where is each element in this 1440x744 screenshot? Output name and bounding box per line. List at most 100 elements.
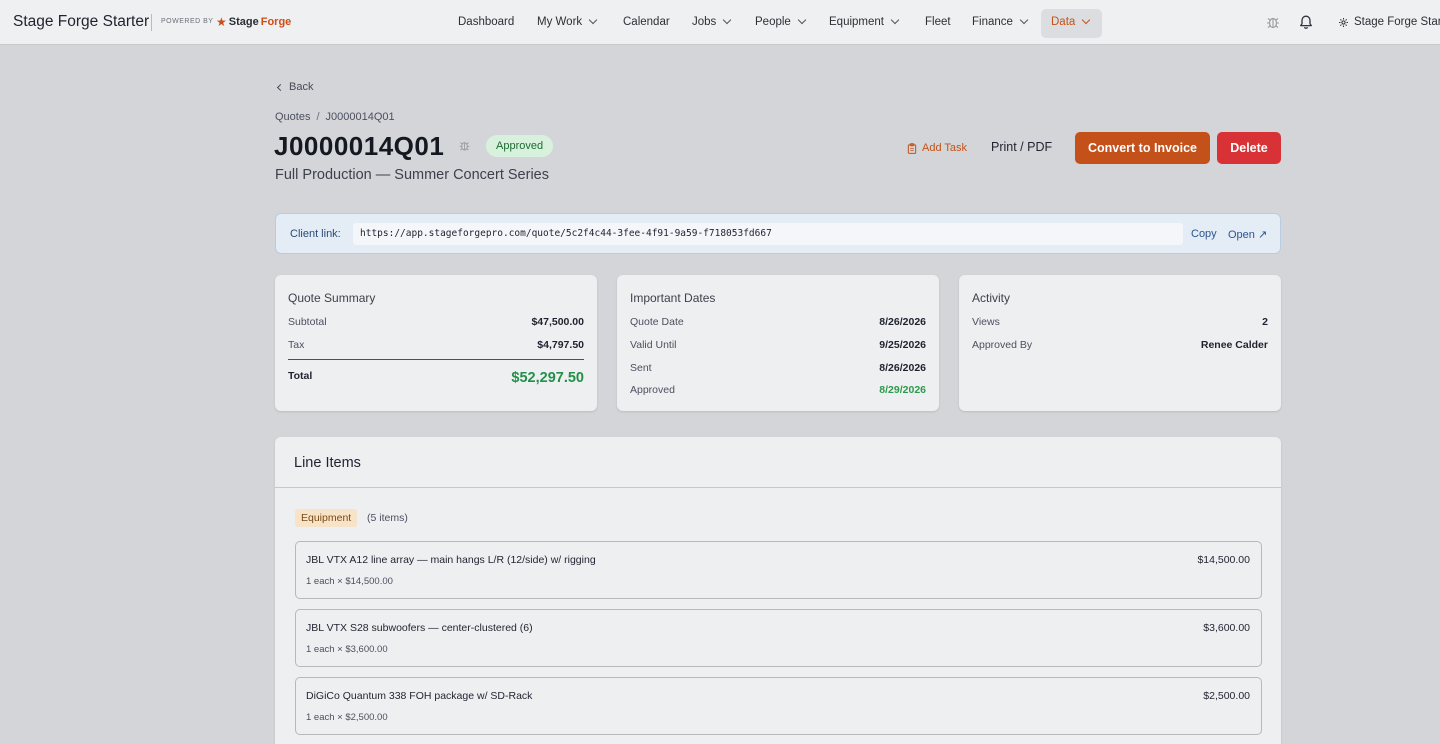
line-item-price: $3,600.00 [1203,622,1250,634]
nav-dashboard-label: Dashboard [458,16,515,28]
nav-dashboard[interactable]: Dashboard [458,16,514,28]
tax-label: Tax [288,339,305,351]
back-label: Back [289,81,314,93]
views-value: 2 [1262,316,1268,328]
delete-button[interactable]: Delete [1217,132,1281,164]
nav-equipment-label: Equipment [829,16,884,28]
line-item-name: JBL VTX S28 subwoofers — center-clustere… [306,622,533,634]
line-item[interactable]: JBL VTX A12 line array — main hangs L/R … [295,541,1262,599]
quote-summary-card: Quote Summary Subtotal $47,500.00 Tax $4… [275,275,597,411]
bell-icon[interactable] [1298,14,1314,30]
bug-icon[interactable] [458,139,471,152]
card-title: Important Dates [630,291,716,305]
category-badge: Equipment [295,509,358,527]
nav-my-work[interactable]: My Work [537,15,598,28]
line-item[interactable]: JBL VTX S28 subwoofers — center-clustere… [295,609,1262,667]
chevron-down-icon [1019,15,1029,25]
nav-finance-label: Finance [972,16,1013,28]
tax-value: $4,797.50 [537,339,584,351]
chevron-down-icon [723,15,732,25]
total-divider [288,359,584,360]
client-link-bar: Client link: https://app.stageforgepro.c… [275,213,1281,254]
account-name: Stage Forge Starter [1354,16,1440,28]
top-navigation-bar: Stage Forge Starter POWERED BY ★ Stage Fo… [0,0,1440,45]
approved-by-value: Renee Calder [1200,339,1268,351]
card-title: Quote Summary [288,291,376,305]
approved-label: Approved [630,384,675,396]
back-link[interactable]: Back [276,81,314,93]
client-link-label: Client link: [290,228,341,240]
important-dates-card: Important Dates Quote Date 8/26/2026 Val… [617,275,939,411]
quote-subtitle: Full Production — Summer Concert Series [275,167,549,183]
chevron-left-icon [276,83,285,91]
line-items-header: Line Items [275,437,1281,488]
nav-data-label: Data [1051,16,1076,28]
chevron-down-icon [588,15,598,25]
line-items-panel: Line Items Equipment (5 items) JBL VTX A… [275,437,1281,744]
nav-equipment[interactable]: Equipment [829,15,900,28]
category-item-count: (5 items) [367,512,408,524]
nav-calendar[interactable]: Calendar [623,16,670,28]
nav-data[interactable]: Data [1051,15,1091,28]
nav-people-label: People [755,16,791,28]
logo-text-forge: Forge [260,16,292,28]
breadcrumb-separator: / [316,111,320,123]
nav-fleet-label: Fleet [925,16,951,28]
quote-date-value: 8/26/2026 [879,316,926,328]
quote-date-label: Quote Date [630,316,684,328]
add-task-label: Add Task [922,142,968,154]
nav-my-work-label: My Work [537,16,583,28]
views-label: Views [972,316,1000,328]
convert-to-invoice-button[interactable]: Convert to Invoice [1075,132,1210,164]
app-title[interactable]: Stage Forge Starter [13,13,149,31]
nav-jobs-label: Jobs [692,16,717,28]
nav-people[interactable]: People [755,15,807,28]
stageforge-logo: ★ Stage Forge [216,15,291,29]
status-badge: Approved [486,135,554,157]
subtotal-label: Subtotal [288,316,327,328]
approved-date-value: 8/29/2026 [879,384,926,396]
subtotal-value: $47,500.00 [531,316,584,328]
brand-divider [151,14,152,31]
nav-calendar-label: Calendar [623,16,670,28]
line-item-price: $2,500.00 [1203,690,1250,702]
total-value: $52,297.50 [511,370,584,386]
sent-value: 8/26/2026 [879,362,926,374]
chevron-down-icon [1082,15,1091,25]
breadcrumb-current: J0000014Q01 [325,111,395,123]
card-title: Activity [972,291,1011,305]
nav-fleet[interactable]: Fleet [925,16,951,28]
line-item-name: DiGiCo Quantum 338 FOH package w/ SD-Rac… [306,690,533,702]
chevron-down-icon [890,15,900,25]
add-task-button[interactable]: Add Task [907,142,967,154]
breadcrumb-quotes[interactable]: Quotes [275,111,310,123]
client-link-url-field[interactable]: https://app.stageforgepro.com/quote/5c2f… [353,223,1183,245]
bug-icon[interactable] [1265,14,1281,30]
logo-text-stage: Stage [228,16,259,28]
valid-until-value: 9/25/2026 [879,339,926,351]
line-item-name: JBL VTX A12 line array — main hangs L/R … [306,554,596,566]
gear-icon [1339,17,1348,27]
print-pdf-button[interactable]: Print / PDF [991,140,1052,154]
page-title: J0000014Q01 [274,131,445,161]
line-items-title: Line Items [294,455,361,471]
chevron-down-icon [797,15,807,25]
line-item-detail: 1 each × $3,600.00 [306,644,388,655]
line-item-detail: 1 each × $2,500.00 [306,712,388,723]
open-link-button[interactable]: Open ↗ [1228,228,1267,241]
powered-by-label: POWERED BY [161,18,214,25]
star-logo-icon: ★ [216,15,227,29]
valid-until-label: Valid Until [630,339,677,351]
nav-finance[interactable]: Finance [972,15,1029,28]
sent-label: Sent [630,362,652,374]
clipboard-icon [907,142,917,154]
nav-jobs[interactable]: Jobs [692,15,732,28]
line-item-price: $14,500.00 [1197,554,1250,566]
account-menu[interactable]: Stage Forge Starter [1338,16,1440,28]
line-item[interactable]: DiGiCo Quantum 338 FOH package w/ SD-Rac… [295,677,1262,735]
total-label: Total [288,370,313,382]
breadcrumb: Quotes / J0000014Q01 [275,111,395,123]
copy-link-button[interactable]: Copy [1191,228,1217,240]
line-item-detail: 1 each × $14,500.00 [306,576,393,587]
activity-card: Activity Views 2 Approved By Renee Calde… [959,275,1281,411]
